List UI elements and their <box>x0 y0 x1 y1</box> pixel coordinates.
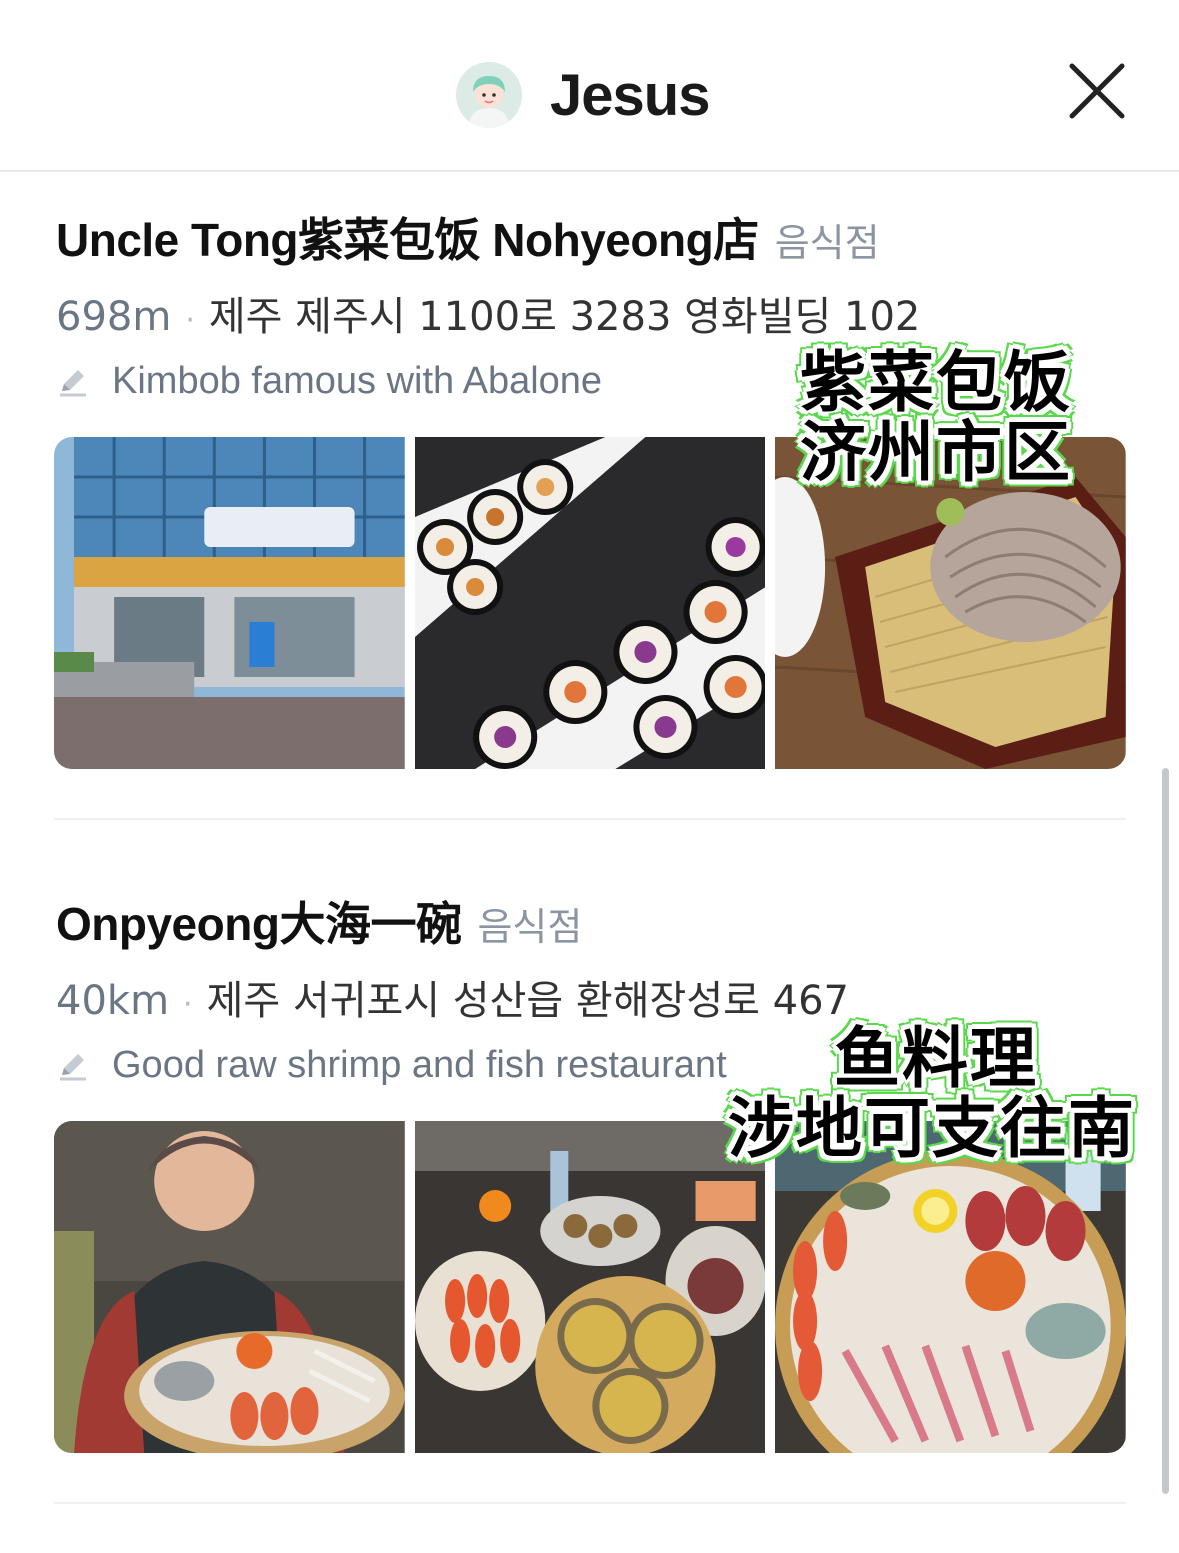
place-memo: Kimbob famous with Abalone <box>112 360 603 402</box>
overlay-line: 紫菜包饭 <box>800 344 1072 421</box>
overlay-caption-2: 鱼料理 涉地可支往南 <box>728 1024 1136 1164</box>
place-memo: Good raw shrimp and fish restaurant <box>112 1044 727 1086</box>
place-title-row: Onpyeong大海一碗 음식점 <box>56 888 1126 954</box>
divider <box>54 1502 1126 1504</box>
place-name[interactable]: Onpyeong大海一碗 <box>56 888 462 954</box>
place-category: 음식점 <box>774 221 880 265</box>
pencil-icon <box>56 1049 90 1083</box>
place-address: 제주 제주시 1100로 3283 영화빌딩 102 <box>208 294 921 340</box>
place-name[interactable]: Uncle Tong紫菜包饭 Nohyeong店 <box>56 204 759 270</box>
close-icon <box>1069 63 1125 119</box>
kimbap-rolls-photo[interactable] <box>414 437 766 769</box>
storefront-photo[interactable] <box>54 437 405 769</box>
photo-gallery[interactable] <box>54 1121 1126 1453</box>
meta-separator: · <box>183 987 193 1022</box>
overlay-line: 涉地可支往南 <box>728 1090 1136 1167</box>
avatar[interactable] <box>456 62 522 128</box>
overlay-line: 济州市区 <box>800 414 1072 491</box>
place-category: 음식점 <box>477 905 583 949</box>
place-title-row: Uncle Tong紫菜包饭 Nohyeong店 음식점 <box>56 204 1126 270</box>
pencil-icon <box>56 365 90 399</box>
user-name: Jesus <box>550 63 710 128</box>
place-meta: 698m · 제주 제주시 1100로 3283 영화빌딩 102 <box>56 284 1126 342</box>
place-meta: 40km · 제주 서귀포시 성산읍 환해장성로 467 <box>56 968 1126 1026</box>
overlay-caption-1: 紫菜包饭 济州市区 <box>800 348 1072 488</box>
header-bar: Jesus <box>0 0 1179 172</box>
avatar-illustration-icon <box>456 62 522 128</box>
place-address: 제주 서귀포시 성산읍 환해장성로 467 <box>206 978 849 1024</box>
grandma-seafood-platter-photo[interactable] <box>54 1121 405 1453</box>
close-button[interactable] <box>1062 56 1132 126</box>
overlay-line: 鱼料理 <box>834 1020 1038 1097</box>
meta-separator: · <box>185 303 195 338</box>
place-distance: 40km <box>56 978 170 1024</box>
sashimi-platter-photo[interactable] <box>775 1121 1126 1453</box>
place-distance: 698m <box>56 294 172 340</box>
seafood-spread-photo[interactable] <box>414 1121 766 1453</box>
scrollbar[interactable] <box>1162 768 1169 1494</box>
divider <box>54 818 1126 820</box>
